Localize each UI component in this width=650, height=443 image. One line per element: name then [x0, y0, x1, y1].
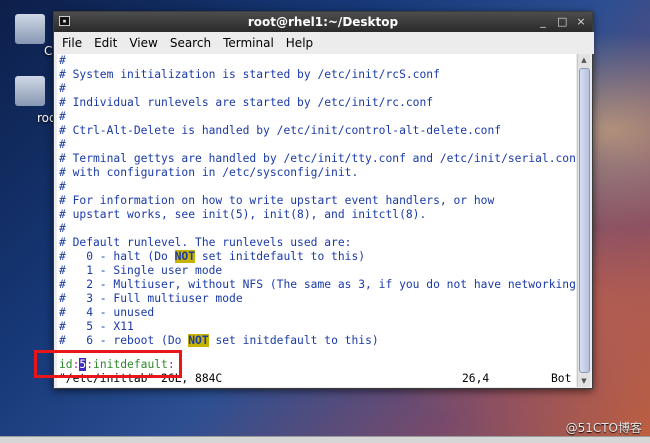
home-folder-icon[interactable]: [15, 76, 45, 106]
runlevel-line: # 2 - Multiuser, without NFS (The same a…: [59, 278, 576, 292]
taskbar[interactable]: [0, 436, 650, 443]
terminal-line: #: [59, 110, 66, 123]
runlevel-text: # 5 - X11: [59, 320, 134, 333]
computer-icon[interactable]: [15, 14, 45, 44]
menu-search[interactable]: Search: [164, 36, 217, 50]
menu-help[interactable]: Help: [280, 36, 319, 50]
window-title: root@rhel1:~/Desktop: [247, 15, 399, 29]
terminal-line: # Terminal gettys are handled by /etc/in…: [59, 152, 576, 165]
runlevel-text: set initdefault to this): [195, 250, 366, 263]
watermark: @51CTO博客: [565, 421, 642, 435]
runlevel-text: # 3 - Full multiuser mode: [59, 292, 243, 305]
title-bar[interactable]: ▪ root@rhel1:~/Desktop _ □ ×: [54, 12, 592, 32]
runlevel-text: # 0 - halt (Do: [59, 250, 175, 263]
runlevel-text: # 6 - reboot (Do: [59, 334, 189, 347]
vertical-scrollbar[interactable]: ▲ ▼: [577, 54, 590, 387]
runlevel-text: set initdefault to this): [208, 334, 379, 347]
terminal-line: #: [59, 82, 66, 95]
runlevel-text: # 1 - Single user mode: [59, 264, 223, 277]
terminal-line: #: [59, 138, 66, 151]
runlevel-line: # 3 - Full multiuser mode: [59, 292, 243, 306]
runlevel-line: # 1 - Single user mode: [59, 264, 222, 278]
menu-file[interactable]: File: [56, 36, 88, 50]
runlevel-text: # 4 - unused: [59, 306, 155, 319]
runlevel-line: # 0 - halt (Do NOT set initdefault to th…: [59, 250, 365, 264]
terminal-window[interactable]: ▪ root@rhel1:~/Desktop _ □ × File Edit V…: [53, 11, 594, 389]
runlevel-line: # 4 - unused: [59, 306, 154, 320]
terminal-line: # System initialization is started by /e…: [59, 68, 440, 81]
terminal-content[interactable]: # # System initialization is started by …: [57, 54, 576, 387]
maximize-button[interactable]: □: [557, 14, 567, 30]
terminal-line: # For information on how to write upstar…: [59, 194, 495, 207]
runlevel-line: # 5 - X11: [59, 320, 134, 334]
scrollbar-thumb[interactable]: [579, 68, 590, 373]
terminal-line: #: [59, 222, 66, 235]
terminal-line: # Individual runlevels are started by /e…: [59, 96, 434, 109]
menu-edit[interactable]: Edit: [88, 36, 123, 50]
menu-bar: File Edit View Search Terminal Help: [54, 32, 594, 54]
menu-view[interactable]: View: [123, 36, 163, 50]
terminal-line: # Ctrl-Alt-Delete is handled by /etc/ini…: [59, 124, 502, 137]
runlevel-text: # 2 - Multiuser, without NFS (The same a…: [59, 278, 576, 291]
not-highlight: NOT: [188, 334, 209, 347]
close-button[interactable]: ×: [576, 14, 586, 30]
terminal-line: # upstart works, see init(5), init(8), a…: [59, 208, 427, 221]
scroll-up-icon[interactable]: ▲: [578, 54, 590, 66]
terminal-line: #: [59, 180, 66, 193]
runlevel-line: # 6 - reboot (Do NOT set initdefault to …: [59, 334, 379, 348]
scroll-down-icon[interactable]: ▼: [578, 375, 590, 387]
terminal-line: # with configuration in /etc/sysconfig/i…: [59, 166, 359, 179]
menu-terminal[interactable]: Terminal: [217, 36, 280, 50]
minimize-button[interactable]: _: [538, 14, 548, 30]
not-highlight: NOT: [174, 250, 196, 263]
terminal-line: #: [59, 54, 66, 67]
terminal-line: # Default runlevel. The runlevels used a…: [59, 236, 352, 249]
annotation-highlight-box: [34, 350, 182, 378]
vim-status-position: 26,4: [462, 372, 490, 385]
vim-status-scroll: Bot: [551, 372, 572, 385]
